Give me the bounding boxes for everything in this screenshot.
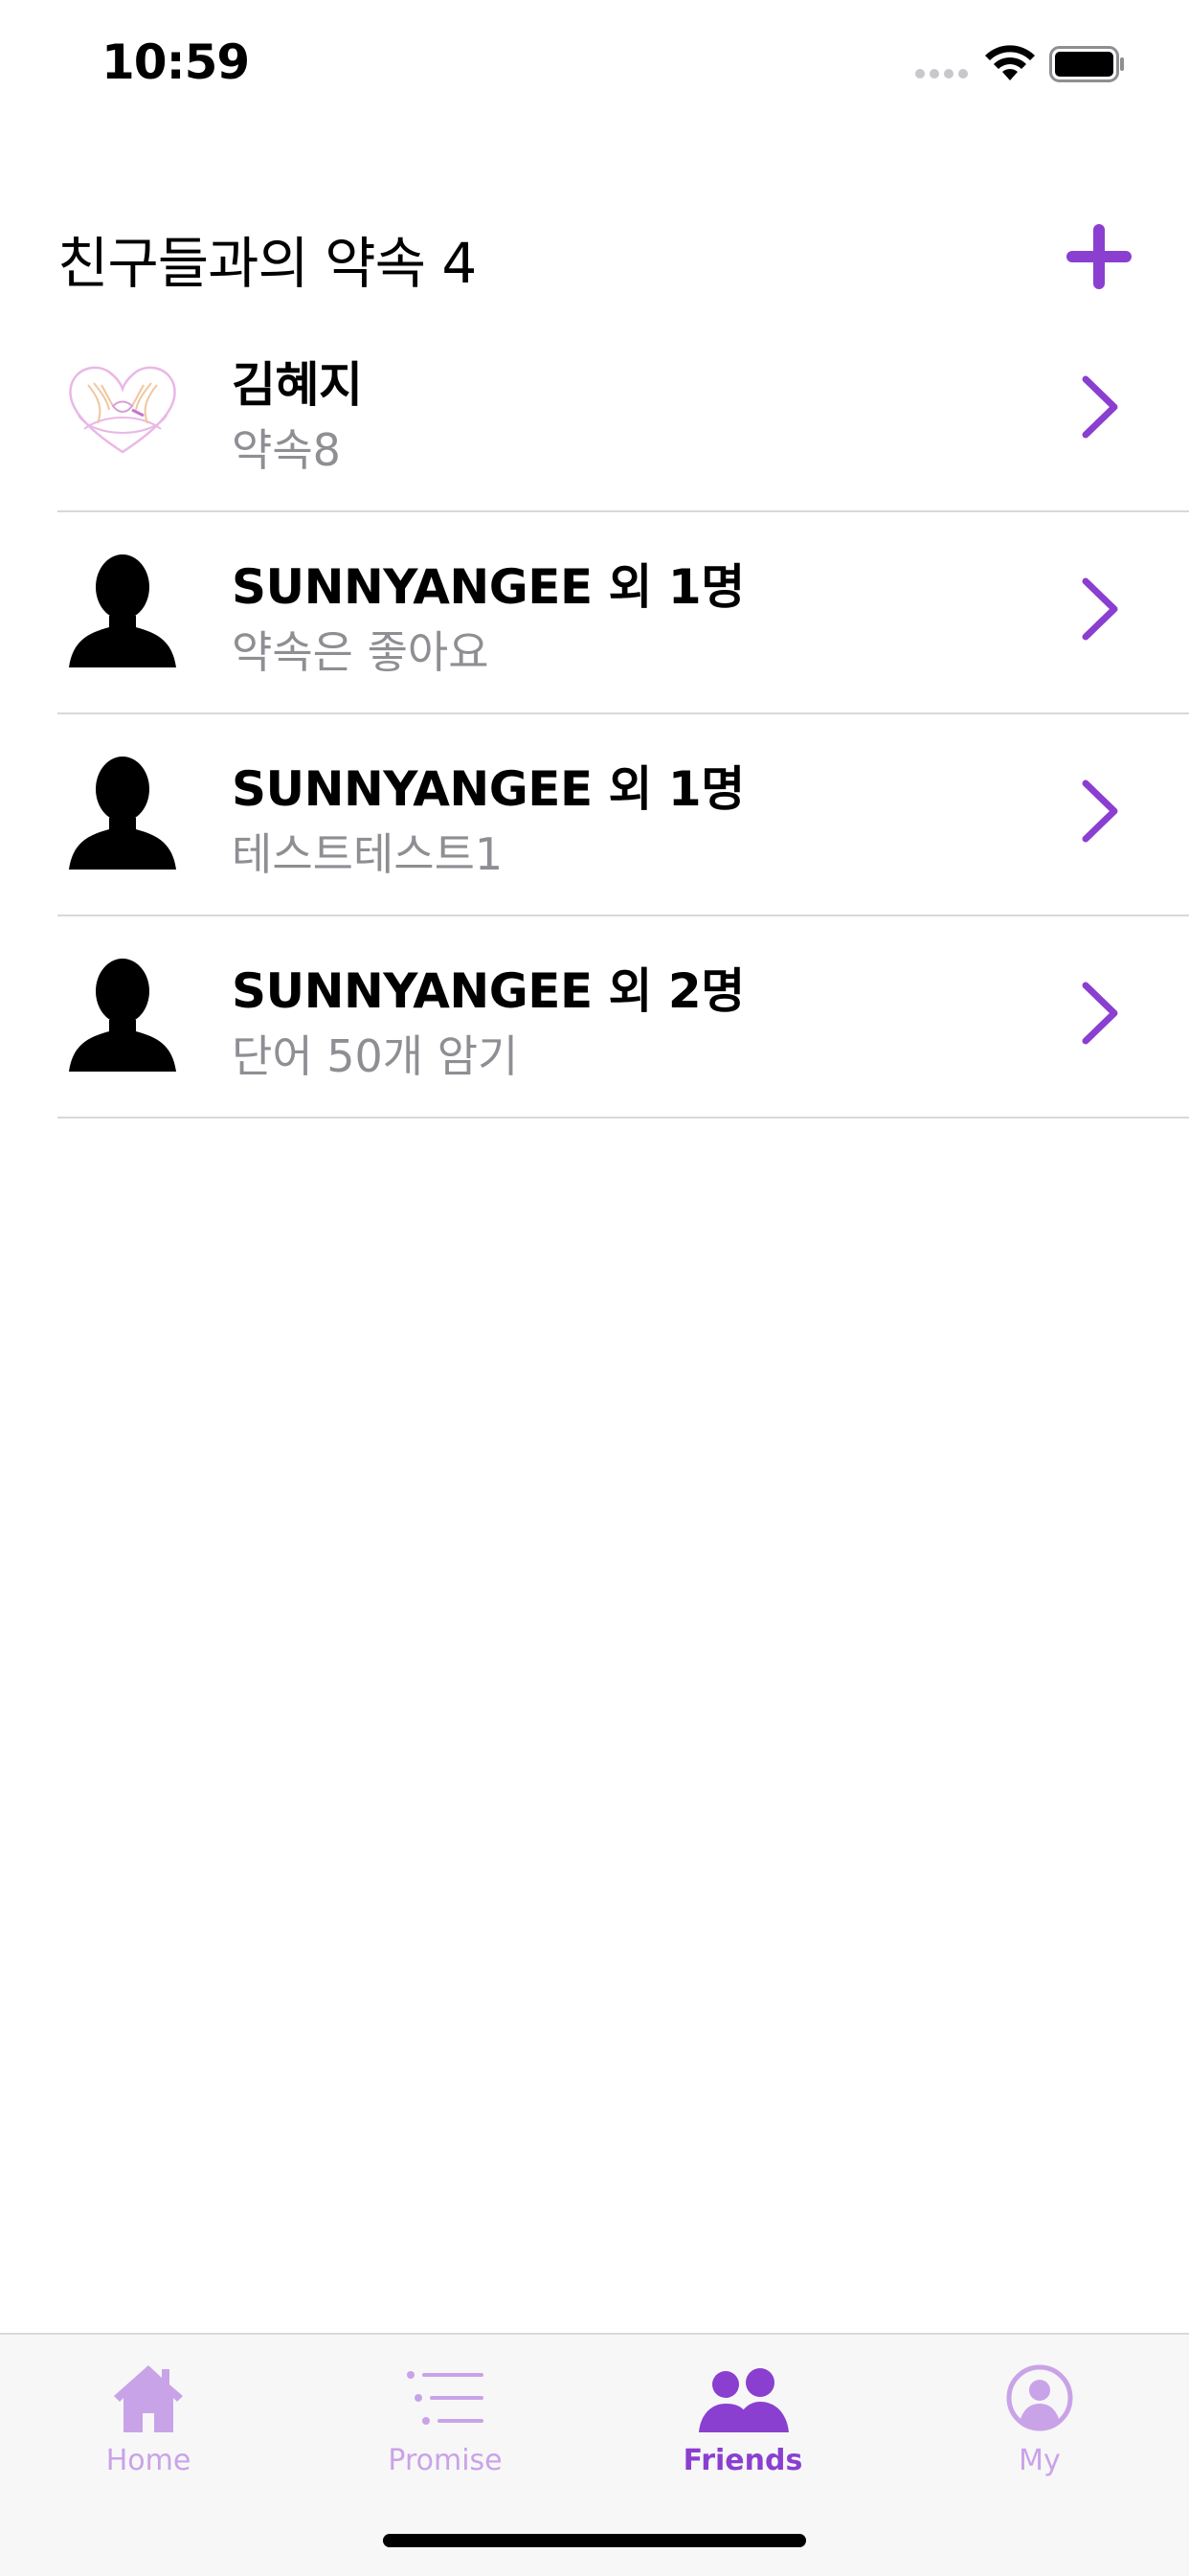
promise-list: 김혜지 약속8 SUNNYANGEE 외 1명 약속은 좋아요 SUNNYANG… — [0, 310, 1189, 1119]
tab-friends[interactable]: Friends — [647, 2360, 839, 2503]
cellular-signal-icon — [915, 69, 968, 79]
wifi-icon — [985, 45, 1035, 80]
promise-title: 김혜지 — [232, 357, 363, 413]
chevron-right-icon — [1082, 577, 1118, 641]
chevron-right-icon — [1082, 982, 1118, 1045]
battery-icon — [1049, 46, 1124, 82]
tab-my[interactable]: My — [944, 2360, 1135, 2503]
promise-title: SUNNYANGEE 외 2명 — [232, 963, 745, 1019]
two-people-icon — [699, 2368, 789, 2432]
page-title: 친구들과의 약속 4 — [57, 231, 477, 296]
tab-label: Friends — [683, 2444, 803, 2477]
promise-row[interactable]: 김혜지 약속8 — [57, 310, 1189, 512]
promise-row[interactable]: SUNNYANGEE 외 1명 약속은 좋아요 — [57, 512, 1189, 714]
promise-subtitle: 테스트테스트1 — [232, 828, 504, 880]
promise-subtitle: 약속8 — [232, 424, 341, 476]
list-icon — [407, 2371, 483, 2425]
chevron-right-icon — [1082, 375, 1118, 439]
pinky-promise-heart-image — [69, 366, 176, 454]
add-promise-button[interactable] — [1065, 222, 1133, 291]
promise-row[interactable]: SUNNYANGEE 외 1명 테스트테스트1 — [57, 714, 1189, 916]
chevron-right-icon — [1082, 780, 1118, 843]
promise-row[interactable]: SUNNYANGEE 외 2명 단어 50개 암기 — [57, 916, 1189, 1119]
person-circle-icon — [1006, 2364, 1073, 2431]
tab-label: Home — [105, 2444, 191, 2477]
status-time: 10:59 — [101, 34, 250, 90]
tab-label: Promise — [388, 2444, 503, 2477]
promise-title: SUNNYANGEE 외 1명 — [232, 761, 745, 817]
status-bar: 10:59 — [0, 0, 1189, 126]
home-indicator — [383, 2534, 806, 2547]
promise-subtitle: 단어 50개 암기 — [232, 1030, 519, 1082]
person-silhouette-icon — [69, 757, 176, 870]
promise-title: SUNNYANGEE 외 1명 — [232, 559, 745, 615]
person-silhouette-icon — [69, 554, 176, 667]
tab-home[interactable]: Home — [53, 2360, 244, 2503]
promise-subtitle: 약속은 좋아요 — [232, 626, 489, 678]
house-icon — [114, 2365, 183, 2432]
tab-promise[interactable]: Promise — [349, 2360, 541, 2503]
tab-label: My — [1019, 2444, 1061, 2477]
person-silhouette-icon — [69, 959, 176, 1072]
plus-icon — [1066, 224, 1132, 289]
